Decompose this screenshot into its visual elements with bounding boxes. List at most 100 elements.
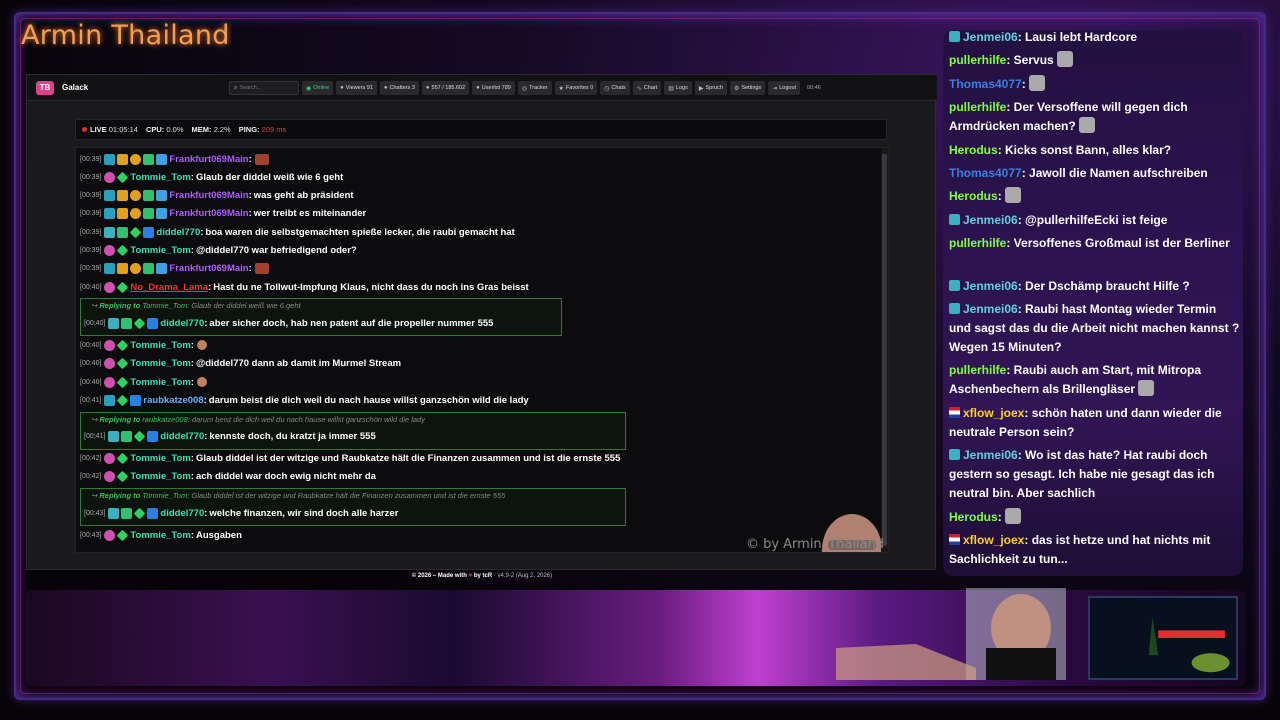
message-username[interactable]: Tommie_Tom bbox=[130, 358, 190, 369]
side-chat-message: xflow_joex: das ist hetze und hat nichts… bbox=[949, 531, 1241, 569]
nav-tracker-button[interactable]: ◎ Tracker bbox=[517, 81, 552, 95]
flag-icon bbox=[949, 406, 960, 418]
mem-stat: MEM: 2.2% bbox=[191, 125, 231, 134]
message-username[interactable]: Tommie_Tom bbox=[130, 340, 190, 351]
badge-icon bbox=[949, 303, 960, 314]
message-username[interactable]: diddel770 bbox=[160, 318, 204, 329]
message-username[interactable]: Tommie_Tom bbox=[130, 530, 190, 541]
chat-message: [00:40] diddel770: aber sicher doch, hab n… bbox=[84, 316, 493, 330]
nav-logout-button[interactable]: ⇥ Logout bbox=[768, 81, 801, 95]
nav-gear-button[interactable]: ⚙ Settings bbox=[729, 81, 766, 95]
nav-eye-button[interactable]: ● Viewers 91 bbox=[336, 81, 377, 95]
message-username[interactable]: Tommie_Tom bbox=[130, 172, 190, 183]
nav-quote-button[interactable]: ▶ Spruch bbox=[694, 81, 727, 95]
message-timestamp: [00:42] bbox=[80, 455, 102, 463]
gift-badge-icon bbox=[130, 394, 142, 406]
vip-badge-icon bbox=[156, 153, 168, 165]
nav-chart-button[interactable]: ∿ Chart bbox=[632, 81, 662, 95]
nav-star-button[interactable]: ★ Favorites 0 bbox=[554, 81, 598, 95]
pink-badge-icon bbox=[104, 281, 116, 293]
sub-badge-icon bbox=[104, 263, 116, 275]
side-chat-message: xflow_joex: schön haten und dann wieder … bbox=[949, 404, 1241, 442]
nav-clock-button[interactable]: ◷ Chats bbox=[600, 81, 630, 95]
quote-icon: ▶ bbox=[698, 85, 704, 92]
nav-chat-button[interactable]: ● 557 / 185.602 bbox=[421, 81, 470, 95]
green2-badge-icon bbox=[117, 226, 129, 238]
message-text: Glaub der diddel weiß wie 6 geht bbox=[195, 171, 344, 183]
side-chat-username: Thomas4077 bbox=[949, 166, 1022, 180]
search-input[interactable]: ⌕ Search... bbox=[229, 81, 299, 95]
user-icon: ● bbox=[476, 85, 480, 91]
emote-icon bbox=[1004, 507, 1021, 524]
nav-users-button[interactable]: ● Chatters 3 bbox=[379, 81, 419, 95]
chat-log[interactable]: © by Armin_Thailand [00:39] Frankfurt069M… bbox=[75, 147, 889, 553]
side-chat-message: pullerhilfe: Servus bbox=[949, 51, 1241, 70]
nav-online-button[interactable]: ◉ Online bbox=[302, 81, 334, 95]
pink-badge-icon bbox=[104, 529, 116, 541]
colon: : bbox=[208, 281, 212, 293]
sub-badge-icon bbox=[104, 394, 116, 406]
side-chat-username: Herodus bbox=[949, 142, 998, 157]
message-username[interactable]: Tommie_Tom bbox=[130, 245, 190, 256]
emote-icon bbox=[1028, 74, 1045, 91]
message-username[interactable]: Frankfurt069Main bbox=[169, 190, 248, 201]
green-badge-icon bbox=[117, 244, 129, 257]
chat-message: [00:39] Frankfurt069Main: bbox=[80, 262, 269, 276]
message-username[interactable]: raubkatze008 bbox=[143, 395, 203, 406]
chat-icon: ● bbox=[425, 85, 430, 91]
eye-icon: ● bbox=[340, 85, 344, 91]
message-username[interactable]: Tommie_Tom bbox=[130, 453, 190, 464]
chat-message: [00:40] Tommie_Tom: @diddel770 dann ab dam… bbox=[80, 357, 401, 371]
teal-badge-icon bbox=[104, 226, 116, 238]
side-chat-message: Jenmei06: Raubi hast Montag wieder Termi… bbox=[949, 300, 1241, 357]
nav-doc-button[interactable]: ▤ Logs bbox=[664, 81, 692, 95]
emote-icon bbox=[254, 263, 269, 275]
side-chat-text: : Kicks sonst Bann, alles klar? bbox=[997, 142, 1172, 157]
message-timestamp: [00:43] bbox=[84, 509, 106, 517]
message-text: Ausgaben bbox=[195, 529, 242, 541]
message-username[interactable]: Tommie_Tom bbox=[130, 471, 190, 482]
reply-target: Tommie_Tom: bbox=[142, 301, 190, 311]
green-badge-icon bbox=[117, 529, 129, 542]
message-username[interactable]: diddel770 bbox=[156, 227, 200, 238]
side-chat-username: pullerhilfe bbox=[949, 53, 1007, 68]
side-chat-username: pullerhilfe bbox=[949, 363, 1007, 378]
chat-message: [00:40] No_Drama_Lama: Hast du ne Tollwut-… bbox=[80, 280, 529, 294]
green-badge-icon bbox=[134, 430, 146, 443]
bits-badge-icon bbox=[143, 208, 155, 220]
side-chat-message: Thomas4077: Jawoll die Namen aufschreibe… bbox=[949, 164, 1241, 183]
emote-icon bbox=[196, 377, 207, 387]
green-badge-icon bbox=[117, 376, 129, 388]
clock: 00:46 bbox=[807, 85, 821, 91]
message-username[interactable]: Frankfurt069Main bbox=[169, 154, 248, 165]
message-username[interactable]: diddel770 bbox=[160, 508, 204, 519]
message-timestamp: [00:40] bbox=[80, 341, 102, 349]
chat-scrollbar[interactable] bbox=[881, 148, 888, 552]
bits-badge-icon bbox=[143, 263, 155, 275]
pink-badge-icon bbox=[104, 453, 116, 465]
nav-user-button[interactable]: ● Userlist 789 bbox=[472, 81, 515, 95]
colon: : bbox=[190, 376, 194, 388]
message-username[interactable]: Frankfurt069Main bbox=[169, 208, 248, 219]
coin-badge-icon bbox=[130, 263, 142, 275]
message-username[interactable]: Tommie_Tom bbox=[130, 377, 190, 388]
side-chat-username: Herodus bbox=[949, 189, 998, 204]
star-icon: ★ bbox=[558, 85, 564, 92]
message-username[interactable]: diddel770 bbox=[160, 431, 204, 442]
bits-badge-icon bbox=[143, 190, 155, 202]
reply-target: raubkatze008: bbox=[142, 414, 190, 424]
users-icon: ● bbox=[383, 85, 388, 91]
scroll-thumb[interactable] bbox=[882, 154, 887, 546]
reply-prefix: Replying to bbox=[99, 491, 141, 501]
top-bar: TB Galack ⌕ Search... ◉ Online ● Viewers 91 ●… bbox=[27, 75, 937, 101]
search-icon: ⌕ bbox=[234, 84, 238, 91]
side-chat-message: Jenmei06: @pullerhilfeEcki ist feige bbox=[949, 211, 1241, 230]
side-chat-overlay: Jenmei06: Lausi lebt Hardcore pullerhilfe… bbox=[943, 30, 1243, 576]
message-username[interactable]: No_Drama_Lama bbox=[130, 282, 208, 293]
side-chat-text: : Jawoll die Namen aufschreiben bbox=[1021, 166, 1208, 180]
teal-badge-icon bbox=[108, 507, 120, 519]
message-text: ach diddel war doch ewig nicht mehr da bbox=[195, 471, 376, 483]
nav-bar: ⌕ Search... ◉ Online ● Viewers 91 ● Chatters 3… bbox=[229, 81, 825, 95]
message-username[interactable]: Frankfurt069Main bbox=[169, 263, 248, 274]
message-text: boa waren die selbstgemachten spieße lec… bbox=[205, 226, 515, 238]
